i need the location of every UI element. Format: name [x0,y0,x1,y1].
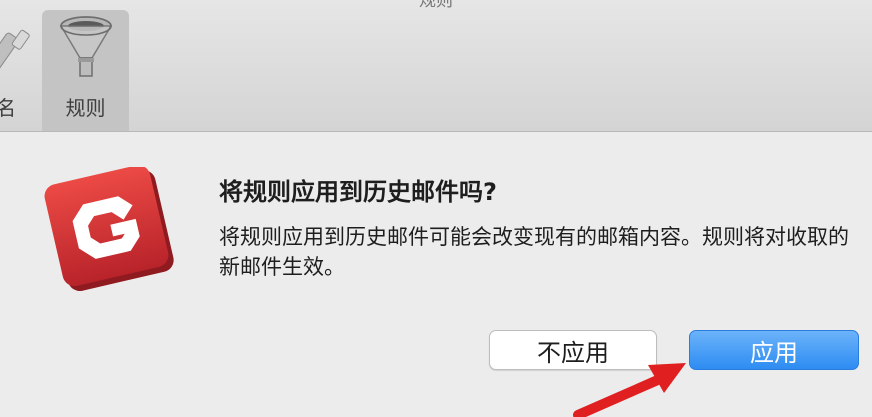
toolbar-item-label: 名 [0,96,16,120]
dialog-title: 将规则应用到历史邮件吗? [219,178,497,206]
dialog-message: 将规则应用到历史邮件可能会改变现有的邮箱内容。规则将对收取的新邮件生效。 [219,225,849,279]
toolbar-item-signature[interactable]: 名 [0,10,42,131]
annotation-arrow-icon [573,363,686,417]
toolbar-item-rules[interactable]: 规则 [42,10,129,131]
apply-rules-dialog: 将规则应用到历史邮件吗? 将规则应用到历史邮件可能会改变现有的邮箱内容。规则将对… [0,132,872,417]
foxmail-logo-icon [44,167,174,291]
window-toolbar: 规则 名 规则 [0,0,872,132]
signature-icon [0,29,30,77]
toolbar-item-label: 规则 [65,96,106,120]
window-title: 规则 [419,0,453,11]
funnel-icon [59,16,112,77]
